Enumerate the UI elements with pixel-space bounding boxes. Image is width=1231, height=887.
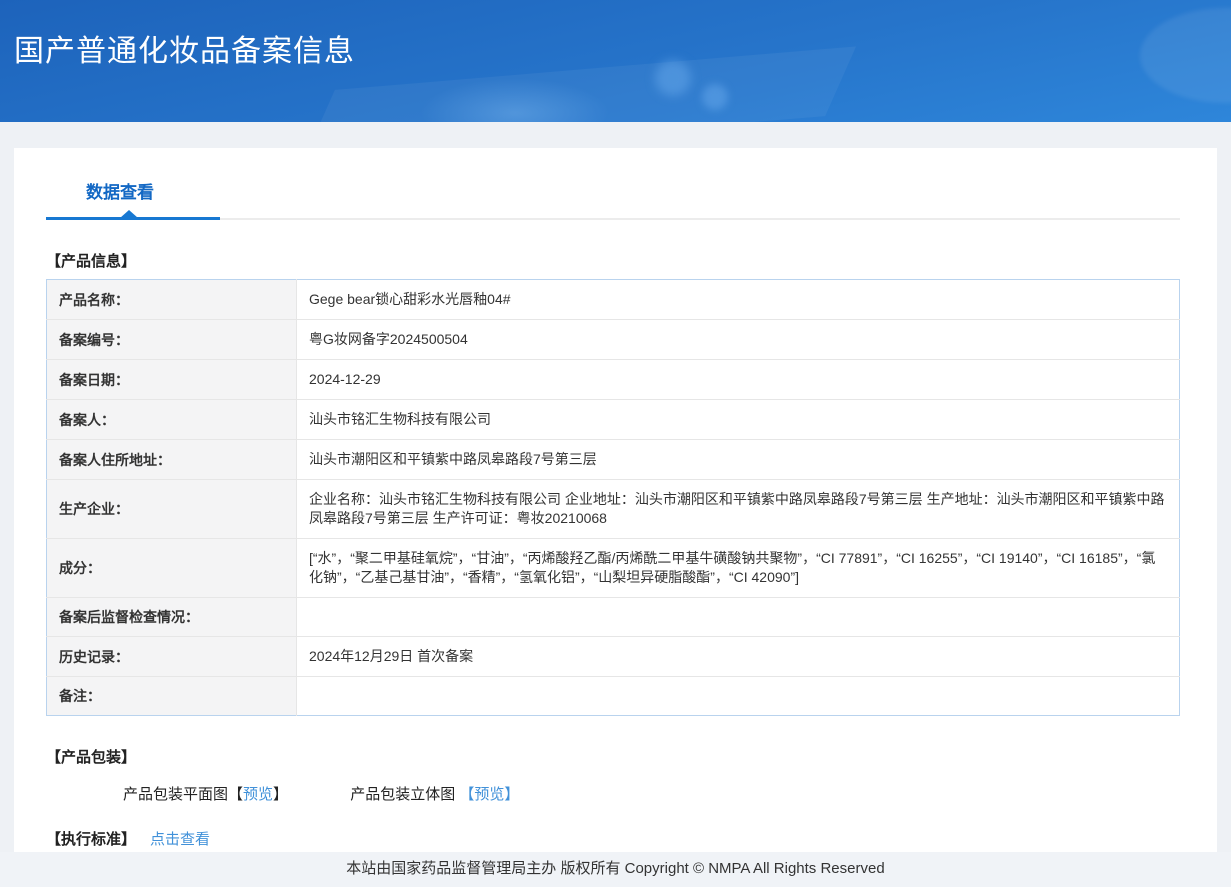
- table-row: 历史记录： 2024年12月29日 首次备案: [46, 636, 1180, 677]
- section-title-product-info: 【产品信息】: [46, 253, 137, 270]
- active-tab-indicator: [46, 210, 220, 220]
- row-value: 企业名称：汕头市铭汇生物科技有限公司 企业地址：汕头市潮阳区和平镇紫中路凤皋路段…: [296, 479, 1180, 539]
- package-stereo-label: 产品包装立体图: [350, 786, 456, 803]
- table-row: 备案编号： 粤G妆网备字2024500504: [46, 319, 1180, 360]
- package-flat-label: 产品包装平面图: [123, 786, 229, 803]
- copyright-text: 本站由国家药品监督管理局主办 版权所有 Copyright © NMPA All…: [346, 860, 885, 877]
- table-row: 备案后监督检查情况：: [46, 597, 1180, 637]
- tab-bar: 数据查看: [46, 178, 1180, 220]
- section-title-product-package: 【产品包装】: [46, 749, 137, 766]
- content-card: 数据查看 【产品信息】 产品名称： Gege bear锁心甜彩水光唇釉04# 备…: [14, 148, 1217, 852]
- product-info-table: 产品名称： Gege bear锁心甜彩水光唇釉04# 备案编号： 粤G妆网备字2…: [46, 279, 1180, 716]
- page-title: 国产普通化妆品备案信息: [14, 35, 355, 68]
- page-footer: 本站由国家药品监督管理局主办 版权所有 Copyright © NMPA All…: [0, 852, 1231, 887]
- package-stereo-preview-link[interactable]: 【预览】: [459, 786, 519, 803]
- row-value: 粤G妆网备字2024500504: [296, 319, 1180, 360]
- row-label: 生产企业：: [46, 479, 297, 539]
- row-label: 备注：: [46, 676, 297, 716]
- tab-data-view[interactable]: 数据查看: [86, 178, 154, 203]
- row-label: 备案人住所地址：: [46, 439, 297, 480]
- package-stereo-item: 产品包装立体图 【预览】: [350, 783, 519, 804]
- table-row: 备案人住所地址： 汕头市潮阳区和平镇紫中路凤皋路段7号第三层: [46, 439, 1180, 480]
- row-value: [297, 677, 1180, 716]
- table-row: 成分： [“水”，“聚二甲基硅氧烷”，“甘油”，“丙烯酸羟乙酯/丙烯酰二甲基牛磺…: [46, 538, 1180, 598]
- table-row: 生产企业： 企业名称：汕头市铭汇生物科技有限公司 企业地址：汕头市潮阳区和平镇紫…: [46, 479, 1180, 539]
- package-flat-preview-link[interactable]: 预览: [243, 786, 273, 803]
- row-label: 备案日期：: [46, 359, 297, 400]
- table-row: 备注：: [46, 676, 1180, 716]
- execution-standard-view-link[interactable]: 点击查看: [150, 831, 210, 848]
- page-header-banner: 国产普通化妆品备案信息: [0, 0, 1231, 122]
- table-row: 备案人： 汕头市铭汇生物科技有限公司: [46, 399, 1180, 440]
- row-value: 汕头市铭汇生物科技有限公司: [296, 399, 1180, 440]
- header-decoration-dot: [702, 84, 728, 110]
- row-value: 汕头市潮阳区和平镇紫中路凤皋路段7号第三层: [296, 439, 1180, 480]
- row-value: [“水”，“聚二甲基硅氧烷”，“甘油”，“丙烯酸羟乙酯/丙烯酰二甲基牛磺酸钠共聚…: [296, 538, 1180, 598]
- row-value: Gege bear锁心甜彩水光唇釉04#: [296, 279, 1180, 320]
- table-row: 产品名称： Gege bear锁心甜彩水光唇釉04#: [46, 279, 1180, 320]
- execution-standard-row: 【执行标准】 点击查看: [46, 828, 1180, 849]
- package-preview-row: 产品包装平面图【预览】 产品包装立体图 【预览】: [123, 783, 1180, 804]
- row-label: 备案后监督检查情况：: [46, 597, 297, 637]
- section-title-execution-standard: 【执行标准】: [46, 831, 137, 848]
- row-value: 2024-12-29: [296, 359, 1180, 400]
- bracket-close: 】: [273, 786, 289, 803]
- row-label: 产品名称：: [46, 279, 297, 320]
- row-label: 备案人：: [46, 399, 297, 440]
- row-value: [296, 597, 1180, 637]
- bracket-open: 【: [228, 786, 244, 803]
- table-row: 备案日期： 2024-12-29: [46, 359, 1180, 400]
- row-label: 历史记录：: [46, 636, 297, 677]
- row-label: 备案编号：: [46, 319, 297, 360]
- row-label: 成分：: [46, 538, 297, 598]
- row-value: 2024年12月29日 首次备案: [296, 636, 1180, 677]
- package-flat-item: 产品包装平面图【预览】: [123, 783, 288, 804]
